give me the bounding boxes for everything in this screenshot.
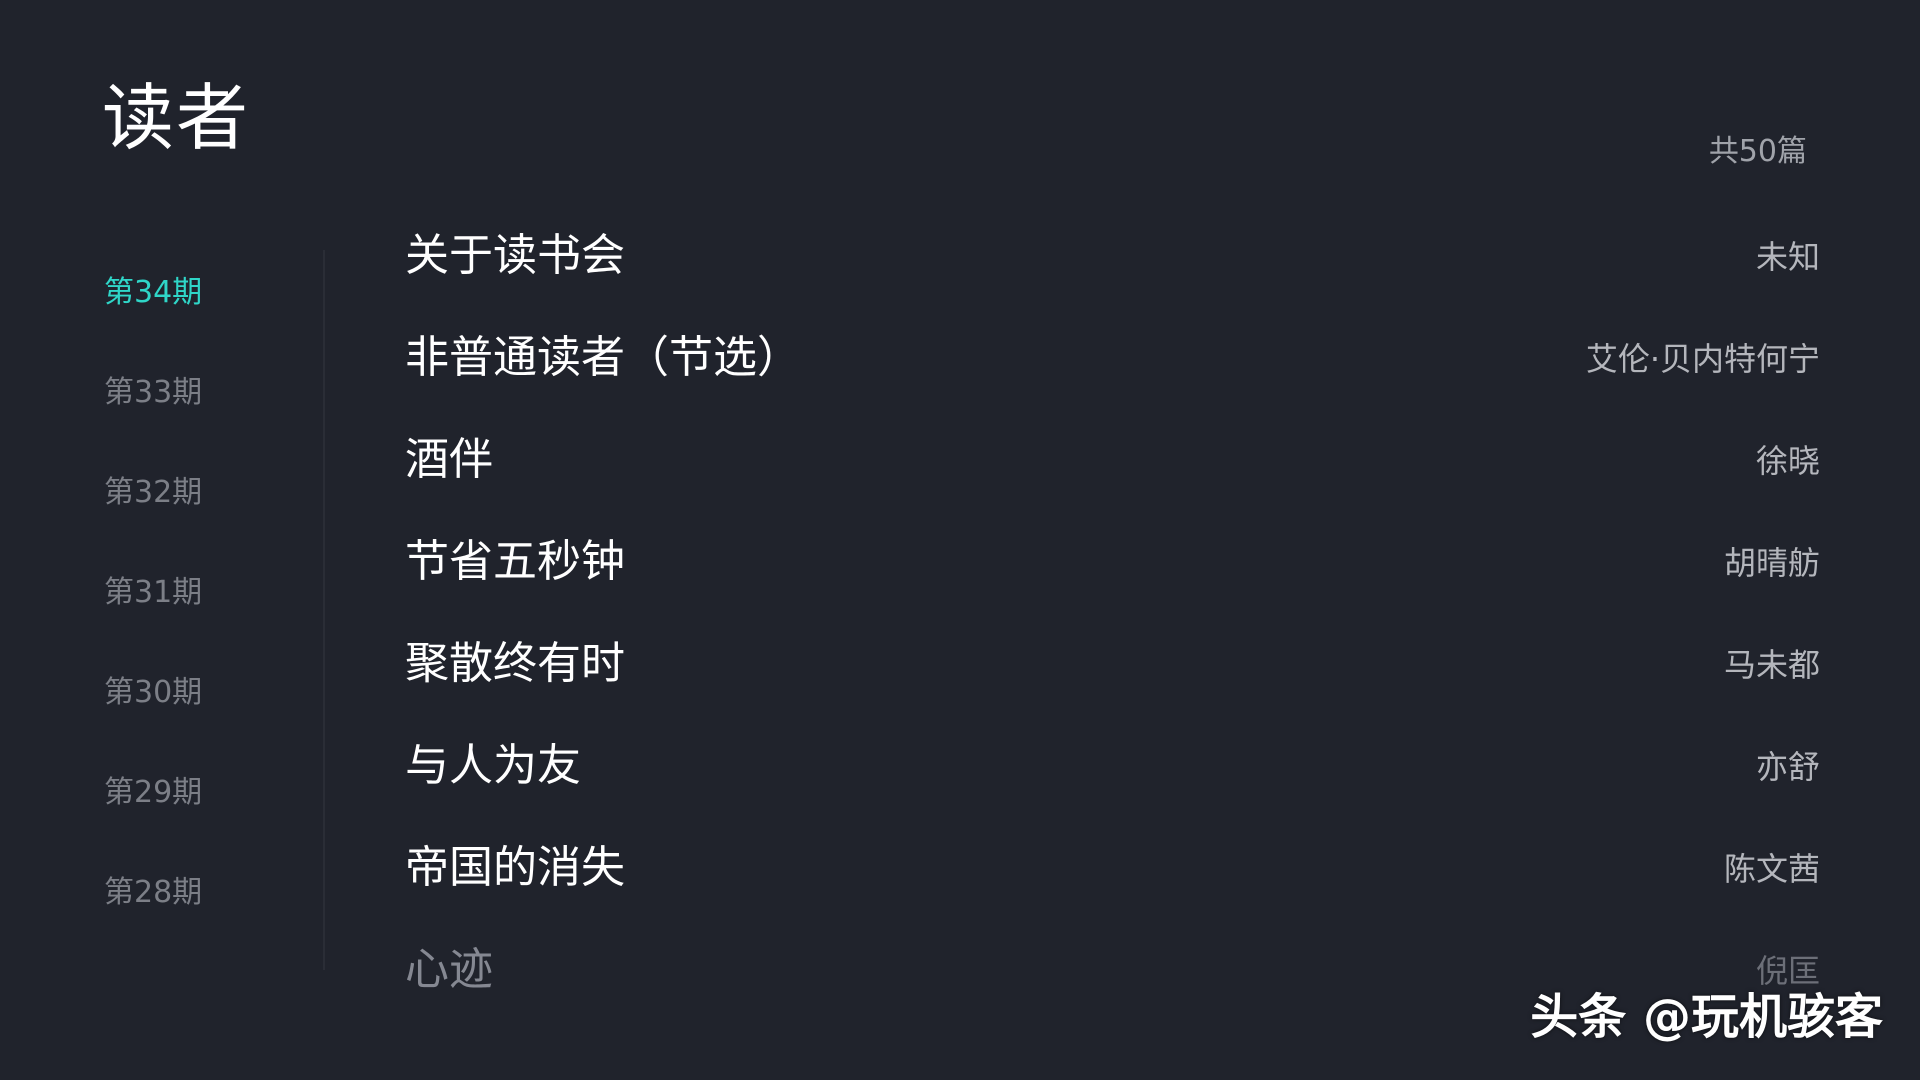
article-author: 未知 (1755, 238, 1820, 276)
article-author: 倪匡 (1755, 952, 1820, 990)
article-row[interactable]: 非普通读者（节选） 艾伦·贝内特何宁 (405, 332, 1820, 434)
article-author: 艾伦·贝内特何宁 (1585, 340, 1820, 378)
issue-item-31[interactable]: 第31期 (104, 578, 202, 608)
article-row[interactable]: 酒伴 徐晓 (405, 434, 1820, 536)
article-author: 徐晓 (1755, 442, 1820, 480)
issue-item-33[interactable]: 第33期 (104, 378, 202, 408)
article-title: 节省五秒钟 (405, 536, 625, 587)
issue-item-29[interactable]: 第29期 (104, 778, 202, 808)
article-author: 马未都 (1723, 646, 1820, 684)
watermark: 头条 @玩机骇客 (1530, 989, 1883, 1045)
article-title: 非普通读者（节选） (405, 332, 801, 383)
column-divider (323, 250, 325, 970)
issue-list: 第34期 第33期 第32期 第31期 第30期 第29期 第28期 (104, 250, 304, 910)
reader-app-page: 读者 共50篇 第34期 第33期 第32期 第31期 第30期 第29期 第2… (0, 0, 1920, 1080)
article-author: 亦舒 (1755, 748, 1820, 786)
article-title: 与人为友 (405, 740, 581, 791)
article-row[interactable]: 关于读书会 未知 (405, 230, 1820, 332)
issue-item-34[interactable]: 第34期 (104, 278, 202, 308)
issue-item-28[interactable]: 第28期 (104, 878, 202, 908)
article-title: 聚散终有时 (405, 638, 625, 689)
article-title: 帝国的消失 (405, 842, 625, 893)
article-author: 陈文茜 (1723, 850, 1820, 888)
article-title: 关于读书会 (405, 230, 625, 281)
article-author: 胡晴舫 (1723, 544, 1820, 582)
article-row[interactable]: 聚散终有时 马未都 (405, 638, 1820, 740)
article-row[interactable]: 帝国的消失 陈文茜 (405, 842, 1820, 944)
article-row[interactable]: 节省五秒钟 胡晴舫 (405, 536, 1820, 638)
issue-item-30[interactable]: 第30期 (104, 678, 202, 708)
issue-item-32[interactable]: 第32期 (104, 478, 202, 508)
article-count: 共50篇 (1708, 134, 1807, 169)
page-title: 读者 (102, 76, 251, 160)
article-row[interactable]: 与人为友 亦舒 (405, 740, 1820, 842)
article-title: 酒伴 (405, 434, 493, 485)
article-title: 心迹 (405, 944, 493, 995)
article-list: 关于读书会 未知 非普通读者（节选） 艾伦·贝内特何宁 酒伴 徐晓 节省五秒钟 … (405, 230, 1820, 1010)
